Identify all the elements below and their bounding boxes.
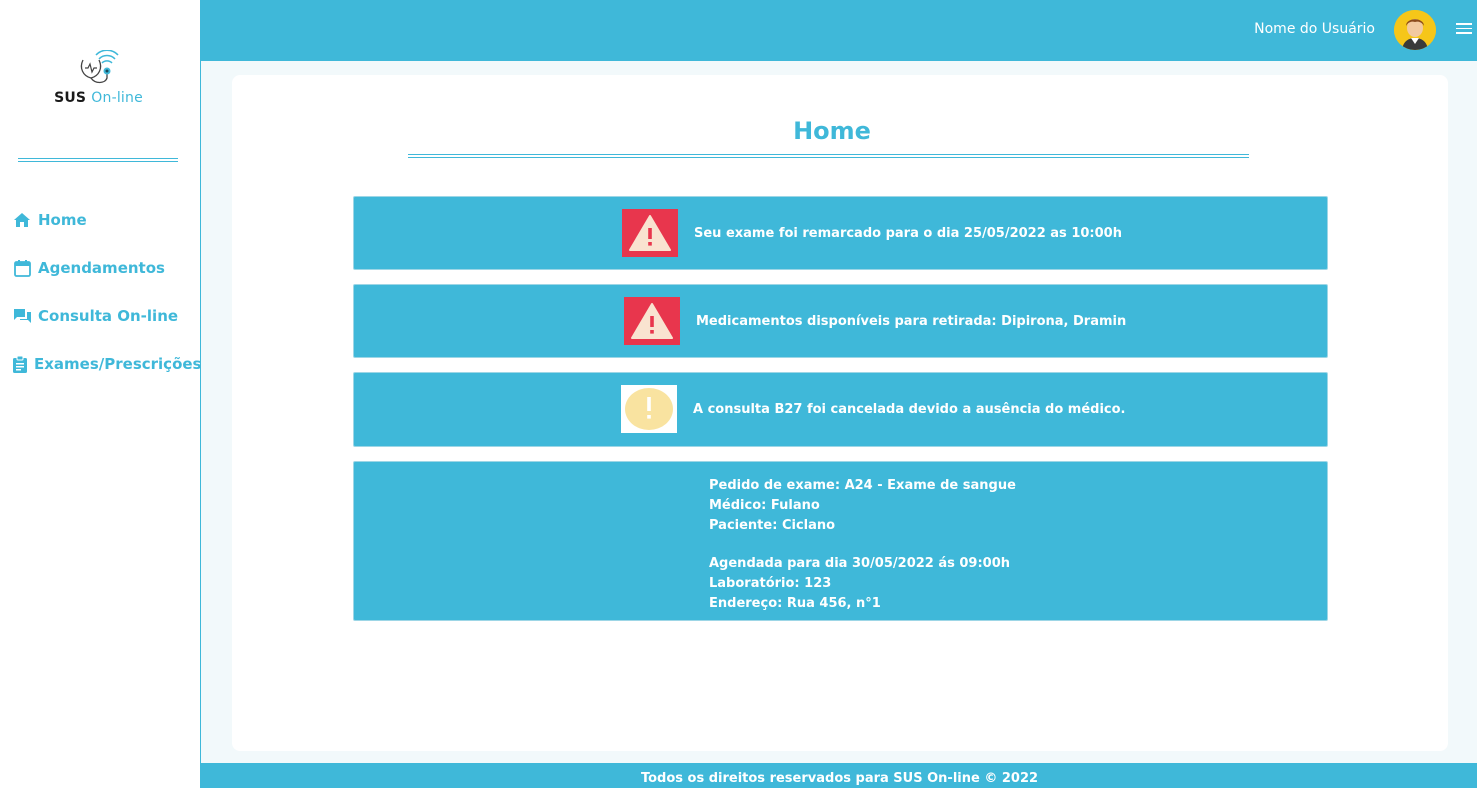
clipboard-icon <box>13 355 27 373</box>
exam-order-details: Pedido de exame: A24 - Exame de sangue M… <box>709 476 1016 614</box>
logo[interactable]: SUS On-line <box>0 50 197 106</box>
hamburger-menu-icon[interactable] <box>1456 23 1472 37</box>
notice-text: Medicamentos disponíveis para retirada: … <box>696 313 1127 329</box>
user-avatar[interactable] <box>1394 10 1436 50</box>
warning-triangle-icon <box>622 209 678 257</box>
user-avatar-icon <box>1394 10 1436 50</box>
sidebar-item-home[interactable]: Home <box>0 196 200 244</box>
top-bar: Nome do Usuário <box>201 0 1477 61</box>
exclamation-circle-icon <box>621 385 677 433</box>
logo-text-light: On-line <box>91 90 143 106</box>
sidebar-divider <box>18 158 178 162</box>
page-title: Home <box>793 117 871 145</box>
sidebar-item-label: Agendamentos <box>38 259 165 277</box>
main-area: Nome do Usuário Home Seu exame foi remar… <box>200 0 1477 788</box>
sidebar: SUS On-line Home Agendamentos Consulta O… <box>0 0 202 788</box>
sidebar-item-exames-prescricoes[interactable]: Exames/Prescrições <box>0 340 202 388</box>
calendar-icon <box>13 259 31 277</box>
logo-text-bold: SUS <box>54 90 87 106</box>
sidebar-item-consulta-online[interactable]: Consulta On-line <box>0 292 200 340</box>
footer-text: Todos os direitos reservados para SUS On… <box>640 771 1039 786</box>
sidebar-item-agendamentos[interactable]: Agendamentos <box>0 244 200 292</box>
exam-order-address: Endereço: Rua 456, n°1 <box>709 596 881 611</box>
chat-icon <box>13 307 31 325</box>
footer: Todos os direitos reservados para SUS On… <box>201 763 1477 788</box>
sidebar-nav: Home Agendamentos Consulta On-line Exame… <box>0 196 202 388</box>
title-divider <box>408 154 1249 158</box>
notice-text: Seu exame foi remarcado para o dia 25/05… <box>694 225 1122 241</box>
notice-exam-rescheduled: Seu exame foi remarcado para o dia 25/05… <box>353 196 1328 270</box>
content-card: Home Seu exame foi remarcado para o dia … <box>232 75 1448 751</box>
exam-order-doctor: Médico: Fulano <box>709 498 820 513</box>
exam-order-card: Pedido de exame: A24 - Exame de sangue M… <box>353 461 1328 621</box>
warning-triangle-icon <box>624 297 680 345</box>
home-icon <box>13 211 31 229</box>
notice-medications-available: Medicamentos disponíveis para retirada: … <box>353 284 1328 358</box>
exam-order-schedule: Agendada para dia 30/05/2022 ás 09:00h <box>709 556 1011 571</box>
exam-order-request: Pedido de exame: A24 - Exame de sangue <box>709 478 1016 493</box>
sidebar-item-label: Home <box>38 211 87 229</box>
notice-text: A consulta B27 foi cancelada devido a au… <box>693 402 1126 417</box>
sidebar-item-label: Exames/Prescrições <box>34 355 202 373</box>
exam-order-laboratory: Laboratório: 123 <box>709 576 832 591</box>
notice-consultation-cancelled: A consulta B27 foi cancelada devido a au… <box>353 372 1328 447</box>
user-name[interactable]: Nome do Usuário <box>1254 21 1375 37</box>
sidebar-item-label: Consulta On-line <box>38 307 179 325</box>
stethoscope-wifi-logo-icon <box>80 50 119 84</box>
exam-order-patient: Paciente: Ciclano <box>709 518 836 533</box>
logo-text: SUS On-line <box>0 90 197 106</box>
